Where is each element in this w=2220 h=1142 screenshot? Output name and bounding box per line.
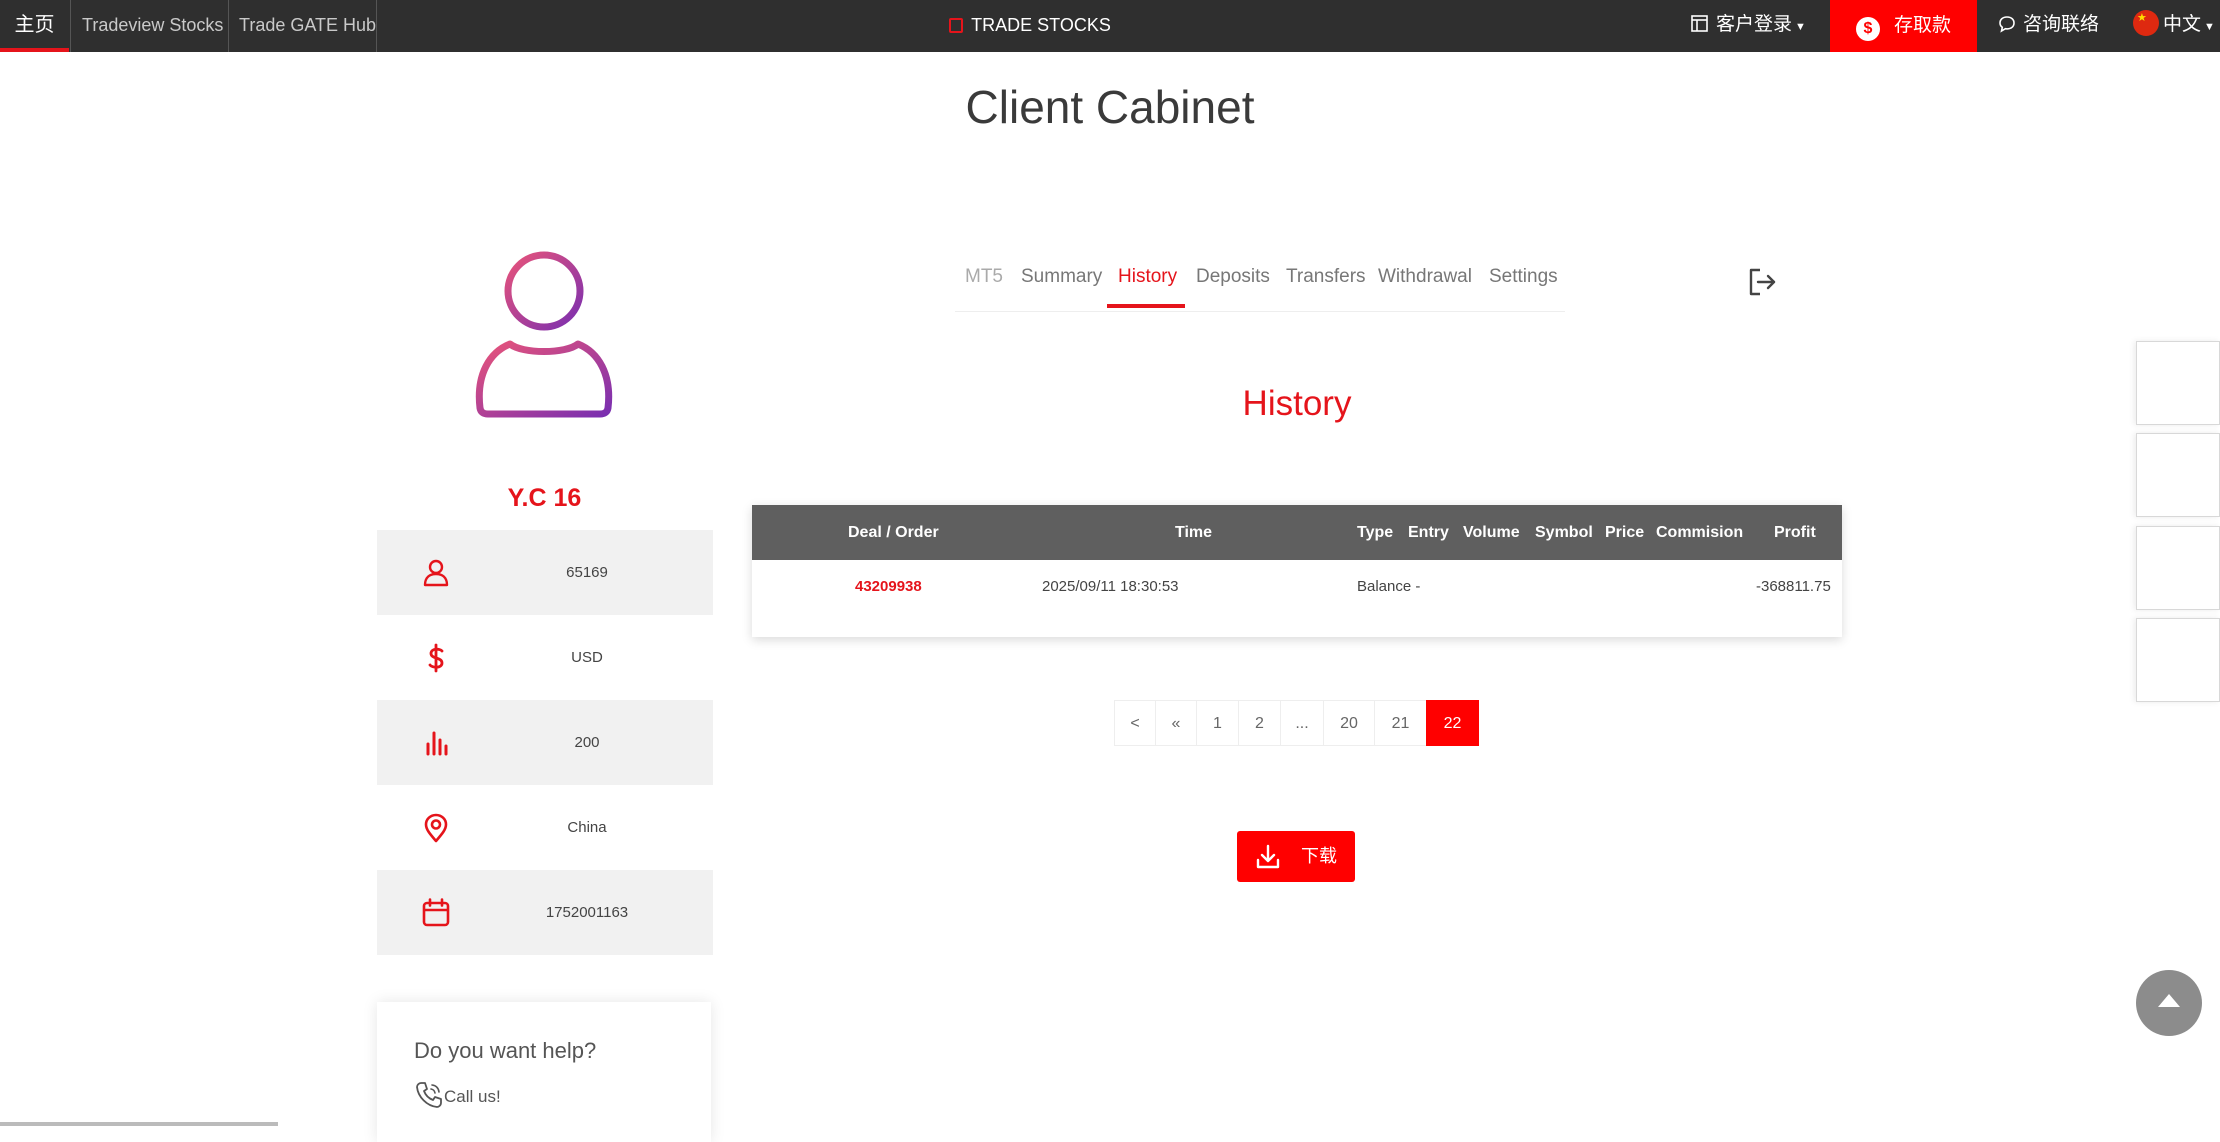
user-icon <box>423 559 449 587</box>
cell-profit: -368811.75 <box>1756 578 1831 595</box>
help-title: Do you want help? <box>414 1038 597 1063</box>
history-table: Deal / Order Time Type Entry Volume Symb… <box>752 505 1842 637</box>
profile-row-registered: 1752001163 <box>377 870 713 955</box>
dollar-icon <box>428 643 444 673</box>
page-1[interactable]: 1 <box>1196 700 1239 746</box>
floating-side-button[interactable] <box>2136 618 2220 702</box>
header-entry: Entry <box>1408 524 1449 541</box>
header-price: Price <box>1605 524 1645 541</box>
chevron-down-icon: ▼ <box>2204 21 2215 33</box>
profile-value: 200 <box>574 734 600 751</box>
top-navigation-bar: 主页 Tradeview Stocks Trade GATE Hub TRADE… <box>0 0 2220 52</box>
floating-side-button[interactable] <box>2136 341 2220 425</box>
contact-label: 咨询联络 <box>2023 14 2100 35</box>
tab-history[interactable]: History <box>1118 266 1177 288</box>
download-button[interactable]: 下载 <box>1237 831 1355 882</box>
tab-withdrawal[interactable]: Withdrawal <box>1378 266 1472 288</box>
profile-row-currency: USD <box>377 615 713 700</box>
floating-side-button[interactable] <box>2136 526 2220 610</box>
deposit-label: 存取款 <box>1893 15 1951 36</box>
location-pin-icon <box>424 813 448 843</box>
china-flag-icon <box>2133 10 2159 36</box>
language-label: 中文 <box>2163 14 2202 35</box>
tab-mt5[interactable]: MT5 <box>965 266 1003 288</box>
header-symbol: Symbol <box>1535 524 1593 541</box>
help-card: Do you want help? Call us! <box>377 1002 711 1142</box>
tab-settings[interactable]: Settings <box>1489 266 1558 288</box>
table-header: Deal / Order Time Type Entry Volume Symb… <box>752 505 1842 560</box>
cabinet-tabs: MT5 Summary History Deposits Transfers W… <box>955 256 1565 312</box>
chat-bubble-icon <box>1999 16 2015 33</box>
page-first[interactable]: « <box>1155 700 1197 746</box>
profile-row-leverage: 200 <box>377 700 713 785</box>
client-login-menu[interactable]: 客户登录 ▼ <box>1691 0 1806 52</box>
phone-icon <box>416 1082 442 1108</box>
page-22-current[interactable]: 22 <box>1426 700 1479 746</box>
page-21[interactable]: 21 <box>1374 700 1427 746</box>
contact-link[interactable]: 咨询联络 <box>1998 0 2099 52</box>
client-login-label: 客户登录 <box>1716 14 1793 35</box>
deposit-withdraw-button[interactable]: $ 存取款 <box>1830 0 1977 52</box>
profile-name: Y.C 16 <box>507 484 582 512</box>
bar-chart-icon <box>426 731 448 756</box>
download-label: 下载 <box>1301 846 1337 866</box>
header-profit: Profit <box>1774 524 1816 541</box>
call-us-label: Call us! <box>444 1087 501 1106</box>
header-type: Type <box>1357 524 1394 541</box>
header-time: Time <box>1175 524 1213 541</box>
page-title: Client Cabinet <box>965 81 1255 133</box>
profile-row-account: 65169 <box>377 530 713 615</box>
chevron-down-icon: ▼ <box>1795 21 1806 33</box>
pagination: < « 1 2 ... 20 21 22 <box>1114 700 1479 746</box>
section-title: History <box>1242 384 1352 423</box>
calendar-icon <box>422 898 450 927</box>
header-volume: Volume <box>1463 524 1520 541</box>
tab-summary[interactable]: Summary <box>1021 266 1102 288</box>
profile-value: 65169 <box>566 564 608 581</box>
profile-value: China <box>567 819 607 836</box>
header-deal-order: Deal / Order <box>848 524 939 541</box>
user-avatar-icon <box>475 251 613 418</box>
call-us-link[interactable]: Call us! <box>414 1080 501 1110</box>
cell-time: 2025/09/11 18:30:53 <box>1042 578 1179 595</box>
logout-icon[interactable] <box>1746 266 1778 298</box>
window-icon <box>1691 15 1708 32</box>
page-prev[interactable]: < <box>1114 700 1156 746</box>
dollar-coin-icon: $ <box>1855 17 1880 41</box>
page-2[interactable]: 2 <box>1238 700 1281 746</box>
profile-value: USD <box>571 649 603 666</box>
cell-type: Balance - <box>1357 578 1421 595</box>
floating-side-button[interactable] <box>2136 433 2220 517</box>
language-selector[interactable]: 中文▼ <box>2133 0 2215 52</box>
scroll-to-top-button[interactable] <box>2136 970 2202 1036</box>
page-ellipsis: ... <box>1280 700 1324 746</box>
tab-deposits[interactable]: Deposits <box>1196 266 1270 288</box>
download-icon <box>1256 844 1280 869</box>
shopping-bag-icon <box>949 18 964 33</box>
header-commision: Commision <box>1656 524 1744 541</box>
active-tab-indicator <box>1107 304 1185 308</box>
tab-transfers[interactable]: Transfers <box>1286 266 1366 288</box>
profile-row-country: China <box>377 785 713 870</box>
cell-deal-order[interactable]: 43209938 <box>855 578 922 595</box>
page-20[interactable]: 20 <box>1323 700 1375 746</box>
brand-title: TRADE STOCKS <box>971 15 1111 35</box>
horizontal-scrollbar[interactable] <box>0 1122 278 1126</box>
profile-value: 1752001163 <box>545 904 629 921</box>
